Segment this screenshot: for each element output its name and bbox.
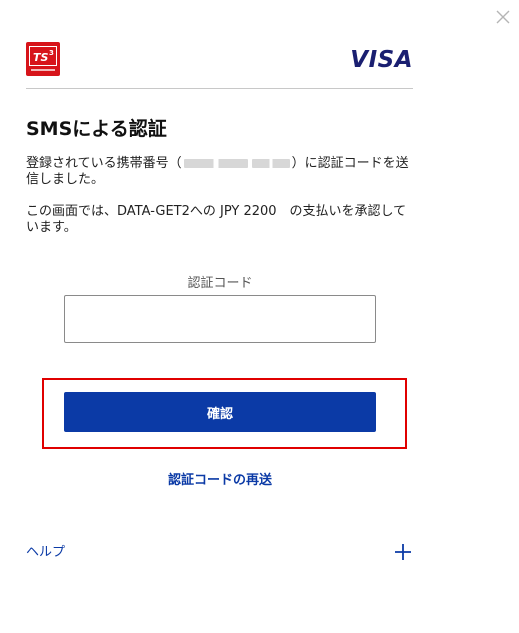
code-label: 認証コード (187, 276, 253, 291)
svg-text:3: 3 (49, 49, 54, 57)
confirm-button[interactable]: 確認 (64, 392, 376, 432)
page-title: SMSによる認証 (26, 118, 167, 140)
ts3-logo: TS 3 (26, 42, 60, 76)
sms-sent-message: 登録されている携帯番号（ ）に認証コードを送信しました。 (26, 156, 416, 188)
resend-code-link[interactable]: 認証コードの再送 (64, 472, 376, 490)
help-label: ヘルプ (26, 545, 66, 560)
help-toggle[interactable]: ヘルプ (26, 542, 413, 564)
code-input[interactable] (64, 295, 376, 343)
masked-phone-part-2 (251, 159, 290, 168)
close-icon[interactable] (492, 6, 514, 28)
header-divider (26, 88, 413, 89)
masked-phone-part-1 (183, 159, 248, 168)
brand-header: TS 3 VISA (26, 42, 413, 76)
visa-logo: VISA (350, 47, 413, 73)
sms-sent-message-start: 登録されている携帯番号（ (26, 156, 182, 171)
svg-text:TS: TS (33, 51, 49, 64)
plus-icon[interactable] (393, 542, 413, 562)
payment-approval-message: この画面では、DATA-GET2への JPY 2200 の支払いを承認しています… (26, 204, 407, 235)
